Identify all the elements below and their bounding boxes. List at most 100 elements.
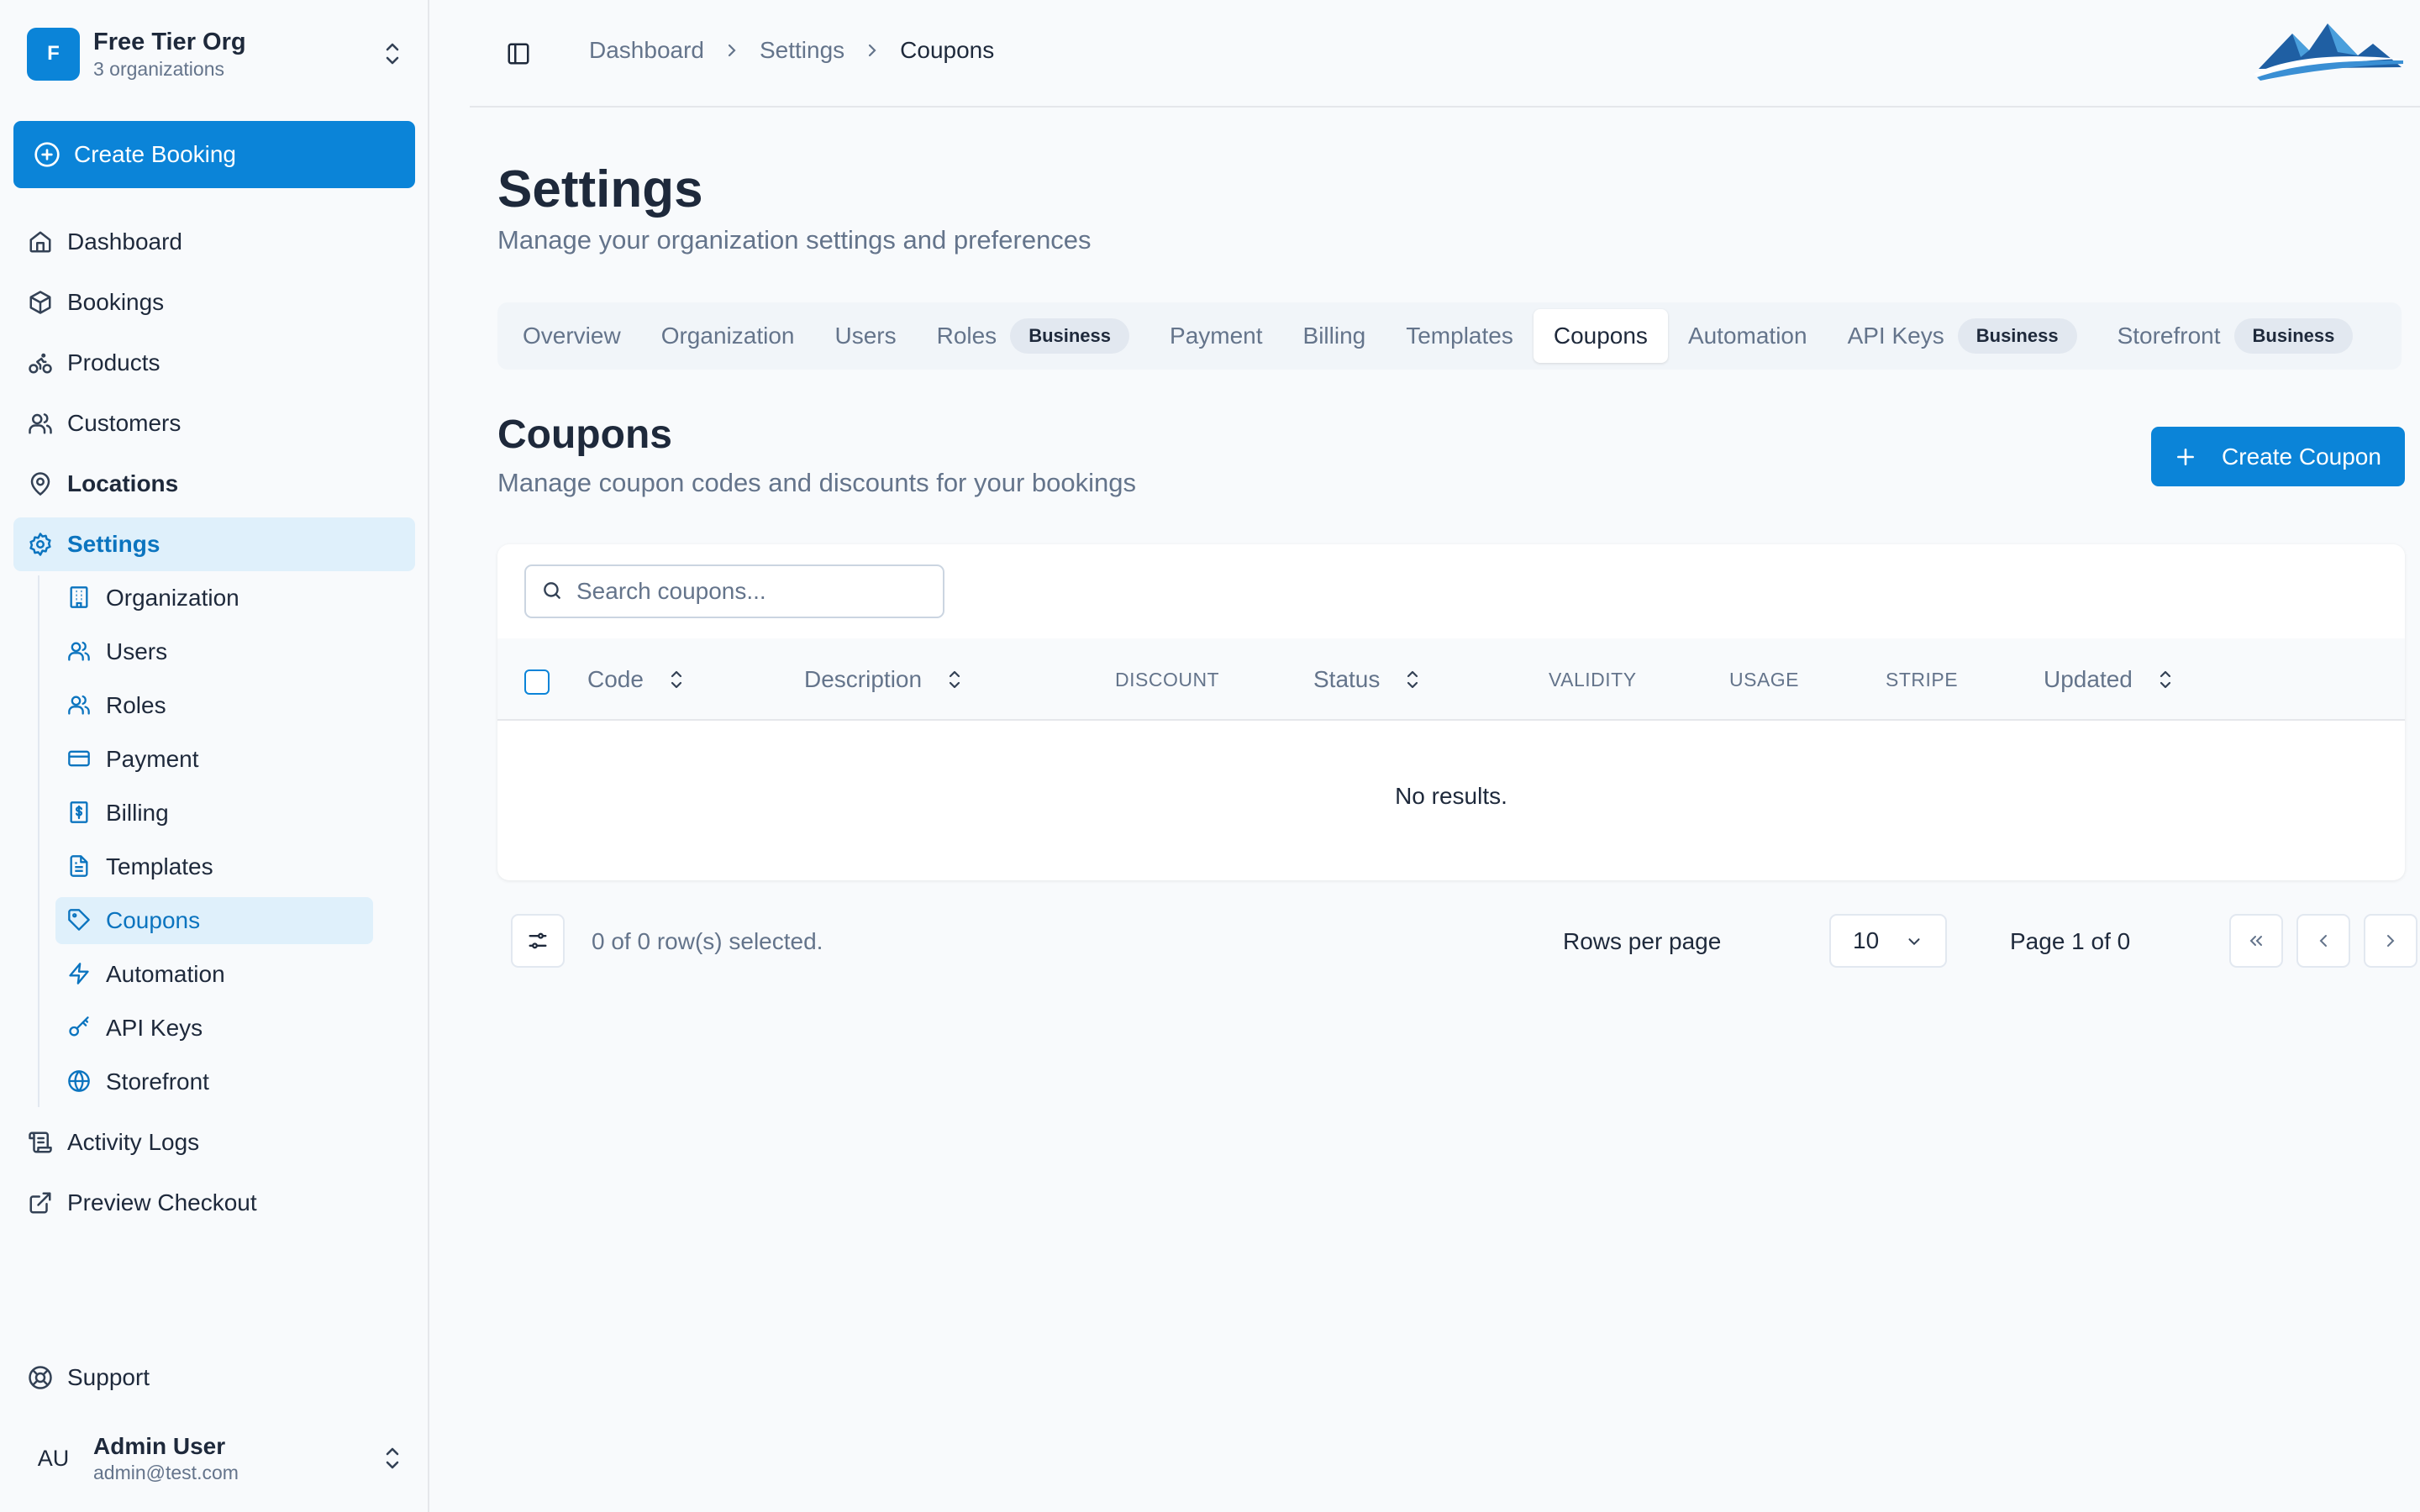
tab-billing[interactable]: Billing xyxy=(1283,309,1386,363)
receipt-icon xyxy=(67,801,92,826)
tab-label: Payment xyxy=(1170,323,1263,349)
sidebar-subitem-label: Organization xyxy=(106,585,239,611)
create-booking-button[interactable]: Create Booking xyxy=(13,121,415,188)
tab-automation[interactable]: Automation xyxy=(1668,309,1828,363)
org-avatar: F xyxy=(27,27,80,81)
rows-per-page-select[interactable]: 10 xyxy=(1829,914,1947,968)
coupons-table-card: Code Description DISCOUNT Status VALIDIT… xyxy=(497,544,2405,880)
org-switcher[interactable]: F Free Tier Org 3 organizations xyxy=(27,24,405,84)
sidebar-subitem-billing[interactable]: Billing xyxy=(55,790,373,837)
chevron-down-icon xyxy=(1905,932,1923,951)
sidebar-item-dashboard[interactable]: Dashboard xyxy=(13,215,415,269)
chevron-right-icon xyxy=(726,42,738,59)
sort-icon xyxy=(1405,668,1420,691)
tab-overview[interactable]: Overview xyxy=(502,309,641,363)
chevron-right-icon xyxy=(866,42,878,59)
sidebar-subitem-storefront[interactable]: Storefront xyxy=(55,1058,373,1105)
users-icon xyxy=(27,410,54,437)
table-header: Code Description DISCOUNT Status VALIDIT… xyxy=(497,638,2405,721)
sidebar-subitem-users[interactable]: Users xyxy=(55,628,373,675)
users-icon xyxy=(67,639,92,664)
tab-coupons[interactable]: Coupons xyxy=(1533,309,1668,363)
tab-label: Storefront xyxy=(2117,323,2221,349)
main-content: Dashboard Settings Coupons Settings Mana… xyxy=(429,0,2420,1512)
page-indicator: Page 1 of 0 xyxy=(2010,928,2131,954)
tab-label: Organization xyxy=(660,323,795,349)
tab-label: Users xyxy=(834,323,897,349)
sort-icon xyxy=(2158,668,2173,691)
sidebar-item-preview-checkout[interactable]: Preview Checkout xyxy=(13,1176,415,1230)
plan-badge: Business xyxy=(1957,318,2077,354)
sidebar-subitem-label: Roles xyxy=(106,692,166,718)
next-page-button[interactable] xyxy=(2364,914,2417,968)
search-icon xyxy=(541,580,565,603)
search-field xyxy=(524,564,944,618)
sidebar-subitem-templates[interactable]: Templates xyxy=(55,843,373,890)
column-label: Description xyxy=(804,666,923,692)
sidebar-item-settings[interactable]: Settings xyxy=(13,517,415,571)
chevrons-up-down-icon xyxy=(380,1441,405,1475)
sidebar-subitem-payment[interactable]: Payment xyxy=(55,736,373,783)
sidebar-item-products[interactable]: Products xyxy=(13,336,415,390)
sidebar-subitem-label: Storefront xyxy=(106,1068,209,1095)
select-all-checkbox[interactable] xyxy=(524,669,550,695)
column-label: VALIDITY xyxy=(1549,668,1637,690)
sidebar-subitem-organization[interactable]: Organization xyxy=(55,575,373,622)
breadcrumb-settings[interactable]: Settings xyxy=(760,37,844,64)
sidebar-item-locations[interactable]: Locations xyxy=(13,457,415,511)
sidebar-subitem-coupons[interactable]: Coupons xyxy=(55,897,373,944)
sidebar-item-label: Products xyxy=(67,349,160,375)
sidebar-subitem-roles[interactable]: Roles xyxy=(55,682,373,729)
gear-icon xyxy=(27,531,54,558)
globe-icon xyxy=(67,1069,92,1095)
create-coupon-button[interactable]: Create Coupon xyxy=(2151,427,2405,486)
sidebar-item-label: Dashboard xyxy=(67,228,182,255)
column-label: STRIPE xyxy=(1886,668,1959,690)
sidebar-item-customers[interactable]: Customers xyxy=(13,396,415,450)
first-page-button[interactable] xyxy=(2229,914,2283,968)
external-link-icon xyxy=(27,1189,54,1216)
key-icon xyxy=(67,1016,92,1041)
column-header-usage: USAGE xyxy=(1729,638,1799,721)
view-options-button[interactable] xyxy=(511,914,565,968)
breadcrumb: Dashboard Settings Coupons xyxy=(589,37,994,64)
breadcrumb-dashboard[interactable]: Dashboard xyxy=(589,37,704,64)
tab-organization[interactable]: Organization xyxy=(641,309,815,363)
column-header-status[interactable]: Status xyxy=(1313,638,1420,721)
column-label: Code xyxy=(587,666,644,692)
org-count: 3 organizations xyxy=(93,58,224,80)
sidebar-item-label: Activity Logs xyxy=(67,1129,200,1155)
zap-icon xyxy=(67,962,92,987)
chevron-right-icon xyxy=(2387,935,2395,947)
chevron-left-icon xyxy=(2319,935,2327,947)
rows-per-page-value: 10 xyxy=(1853,927,1880,953)
tab-roles[interactable]: Roles Business xyxy=(917,309,1150,363)
user-menu[interactable]: AU Admin User admin@test.com xyxy=(27,1428,405,1488)
plus-icon xyxy=(2175,446,2196,468)
sidebar-item-bookings[interactable]: Bookings xyxy=(13,276,415,329)
column-header-code[interactable]: Code xyxy=(587,638,684,721)
sidebar-subitem-api-keys[interactable]: API Keys xyxy=(55,1005,373,1052)
tab-payment[interactable]: Payment xyxy=(1150,309,1283,363)
previous-page-button[interactable] xyxy=(2296,914,2350,968)
search-input[interactable] xyxy=(576,578,929,605)
sidebar-subitem-automation[interactable]: Automation xyxy=(55,951,373,998)
sidebar-item-support[interactable]: Support xyxy=(13,1351,415,1404)
column-label: DISCOUNT xyxy=(1115,668,1220,690)
tab-templates[interactable]: Templates xyxy=(1386,309,1534,363)
tab-storefront[interactable]: Storefront Business xyxy=(2097,309,2374,363)
plus-circle-icon xyxy=(34,141,60,168)
column-header-updated[interactable]: Updated xyxy=(2044,638,2173,721)
sidebar-toggle-icon[interactable] xyxy=(503,39,534,69)
column-header-description[interactable]: Description xyxy=(804,638,962,721)
app: F Free Tier Org 3 organizations Create B… xyxy=(0,0,2420,1512)
tab-api-keys[interactable]: API Keys Business xyxy=(1828,309,2097,363)
sort-icon xyxy=(669,668,684,691)
sidebar-item-label: Bookings xyxy=(67,289,165,315)
sidebar-item-label: Locations xyxy=(67,470,179,496)
sidebar-item-activity-logs[interactable]: Activity Logs xyxy=(13,1116,415,1169)
column-label: USAGE xyxy=(1729,668,1800,690)
tab-users[interactable]: Users xyxy=(814,309,916,363)
section-title: Coupons xyxy=(497,412,672,457)
tab-label: Billing xyxy=(1302,323,1366,349)
